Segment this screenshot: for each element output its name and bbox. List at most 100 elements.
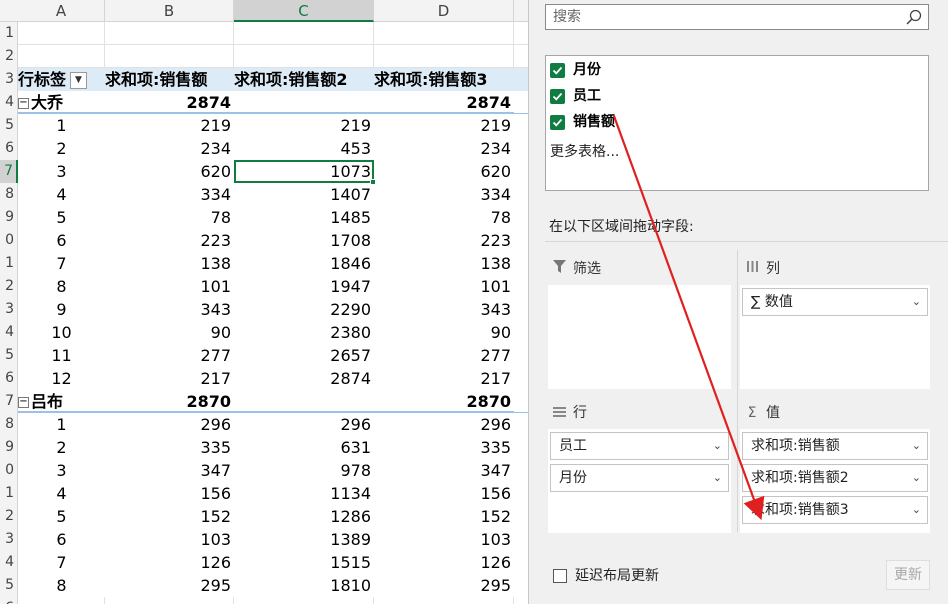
row-header[interactable]: 3 (0, 528, 18, 551)
sales-cell[interactable]: 138 (105, 252, 234, 275)
chevron-down-icon[interactable]: ⌄ (713, 465, 722, 491)
sales-cell[interactable]: 90 (105, 321, 234, 344)
sales2-cell[interactable]: 1407 (234, 183, 374, 206)
sales3-cell[interactable]: 223 (374, 229, 514, 252)
group-label[interactable]: − 大乔 (18, 91, 105, 114)
month-cell[interactable]: 9 (18, 298, 105, 321)
sales3-cell[interactable]: 295 (374, 574, 514, 597)
sales-cell[interactable]: 277 (105, 344, 234, 367)
sales3-cell[interactable]: 126 (374, 551, 514, 574)
chevron-down-icon[interactable]: ⌄ (912, 289, 921, 315)
month-cell[interactable]: 1 (18, 114, 105, 137)
row-header[interactable]: 1 (0, 482, 18, 505)
row-header[interactable]: 8 (0, 183, 18, 206)
sales3-cell[interactable]: 217 (374, 367, 514, 390)
month-cell[interactable]: 2 (18, 137, 105, 160)
sales-cell[interactable]: 347 (105, 459, 234, 482)
row-header[interactable]: 9 (0, 436, 18, 459)
month-cell[interactable]: 3 (18, 160, 105, 183)
value-header-sales[interactable]: 求和项:销售额 (105, 68, 234, 91)
sales2-cell[interactable]: 453 (234, 137, 374, 160)
sales2-cell[interactable]: 1286 (234, 505, 374, 528)
sales2-cell[interactable]: 1708 (234, 229, 374, 252)
month-cell[interactable]: 5 (18, 505, 105, 528)
row-header[interactable]: 2 (0, 45, 18, 68)
filters-drop-area[interactable] (548, 285, 731, 389)
month-cell[interactable]: 11 (18, 344, 105, 367)
column-header-d[interactable]: D (374, 0, 514, 22)
checkbox-checked-icon[interactable] (550, 88, 565, 104)
row-header[interactable]: 5 (0, 574, 18, 597)
cell[interactable] (234, 22, 374, 45)
row-header[interactable]: 6 (0, 367, 18, 390)
sales3-cell[interactable]: 138 (374, 252, 514, 275)
row-header[interactable]: 2 (0, 505, 18, 528)
checkbox-checked-icon[interactable] (550, 114, 565, 130)
row-header[interactable]: 0 (0, 229, 18, 252)
cell[interactable] (514, 45, 528, 68)
column-header-a[interactable]: A (18, 0, 105, 22)
cell[interactable] (18, 597, 105, 604)
month-cell[interactable]: 12 (18, 367, 105, 390)
columns-item-values[interactable]: ∑ 数值 ⌄ (742, 288, 928, 316)
sales2-cell[interactable]: 296 (234, 413, 374, 436)
sales3-cell[interactable]: 78 (374, 206, 514, 229)
sales3-cell[interactable]: 277 (374, 344, 514, 367)
value-header-sales2[interactable]: 求和项:销售额2 (234, 68, 374, 91)
row-header[interactable]: 5 (0, 114, 18, 137)
sales2-cell[interactable]: 1810 (234, 574, 374, 597)
cell[interactable] (374, 45, 514, 68)
row-header[interactable]: 1 (0, 252, 18, 275)
cell[interactable] (105, 45, 234, 68)
chevron-down-icon[interactable]: ⌄ (912, 497, 921, 523)
month-cell[interactable]: 5 (18, 206, 105, 229)
group-total-sales[interactable]: 2874 (105, 91, 234, 114)
row-header[interactable]: 4 (0, 551, 18, 574)
cell[interactable] (18, 22, 105, 45)
month-cell[interactable]: 3 (18, 459, 105, 482)
month-cell[interactable]: 6 (18, 229, 105, 252)
sales2-cell[interactable]: 1947 (234, 275, 374, 298)
checkbox-checked-icon[interactable] (550, 62, 565, 78)
group-label[interactable]: − 吕布 (18, 390, 105, 413)
sales-cell[interactable]: 152 (105, 505, 234, 528)
row-labels-header[interactable]: 行标签 ▼ (18, 68, 105, 91)
chevron-down-icon[interactable]: ⌄ (912, 465, 921, 491)
sales2-cell[interactable]: 2874 (234, 367, 374, 390)
values-drop-area[interactable]: 求和项:销售额 ⌄ 求和项:销售额2 ⌄ 求和项:销售额3 ⌄ (740, 429, 930, 533)
field-employee[interactable]: 员工 (550, 86, 601, 106)
sales-cell[interactable]: 101 (105, 275, 234, 298)
row-header[interactable]: 5 (0, 344, 18, 367)
sales2-cell[interactable]: 978 (234, 459, 374, 482)
sales-cell[interactable]: 295 (105, 574, 234, 597)
chevron-down-icon[interactable]: ⌄ (713, 433, 722, 459)
values-item-sales2[interactable]: 求和项:销售额2 ⌄ (742, 464, 928, 492)
sales2-cell[interactable]: 2657 (234, 344, 374, 367)
sales2-cell[interactable]: 2380 (234, 321, 374, 344)
cell[interactable] (514, 597, 528, 604)
sales3-cell[interactable]: 234 (374, 137, 514, 160)
sales3-cell[interactable]: 620 (374, 160, 514, 183)
cell[interactable] (18, 45, 105, 68)
sales2-cell[interactable]: 631 (234, 436, 374, 459)
month-cell[interactable]: 7 (18, 252, 105, 275)
search-icon[interactable] (906, 9, 922, 25)
sales-cell[interactable]: 343 (105, 298, 234, 321)
spreadsheet[interactable]: A B C D 1 2 3 行标签 ▼ 求和项:销售额 求和项:销售额2 求和项:销售额3 4−… (0, 0, 528, 604)
row-header[interactable]: 4 (0, 321, 18, 344)
sales-cell[interactable]: 620 (105, 160, 234, 183)
month-cell[interactable]: 7 (18, 551, 105, 574)
row-header[interactable]: 3 (0, 298, 18, 321)
sales3-cell[interactable]: 343 (374, 298, 514, 321)
row-header[interactable]: 0 (0, 459, 18, 482)
month-cell[interactable]: 2 (18, 436, 105, 459)
sales-cell[interactable]: 219 (105, 114, 234, 137)
sales3-cell[interactable]: 152 (374, 505, 514, 528)
collapse-icon[interactable]: − (18, 397, 29, 408)
cell[interactable] (374, 22, 514, 45)
row-header[interactable]: 1 (0, 22, 18, 45)
sales3-cell[interactable]: 103 (374, 528, 514, 551)
value-header-sales3[interactable]: 求和项:销售额3 (374, 68, 514, 91)
rows-item-month[interactable]: 月份 ⌄ (550, 464, 729, 492)
sales3-cell[interactable]: 101 (374, 275, 514, 298)
